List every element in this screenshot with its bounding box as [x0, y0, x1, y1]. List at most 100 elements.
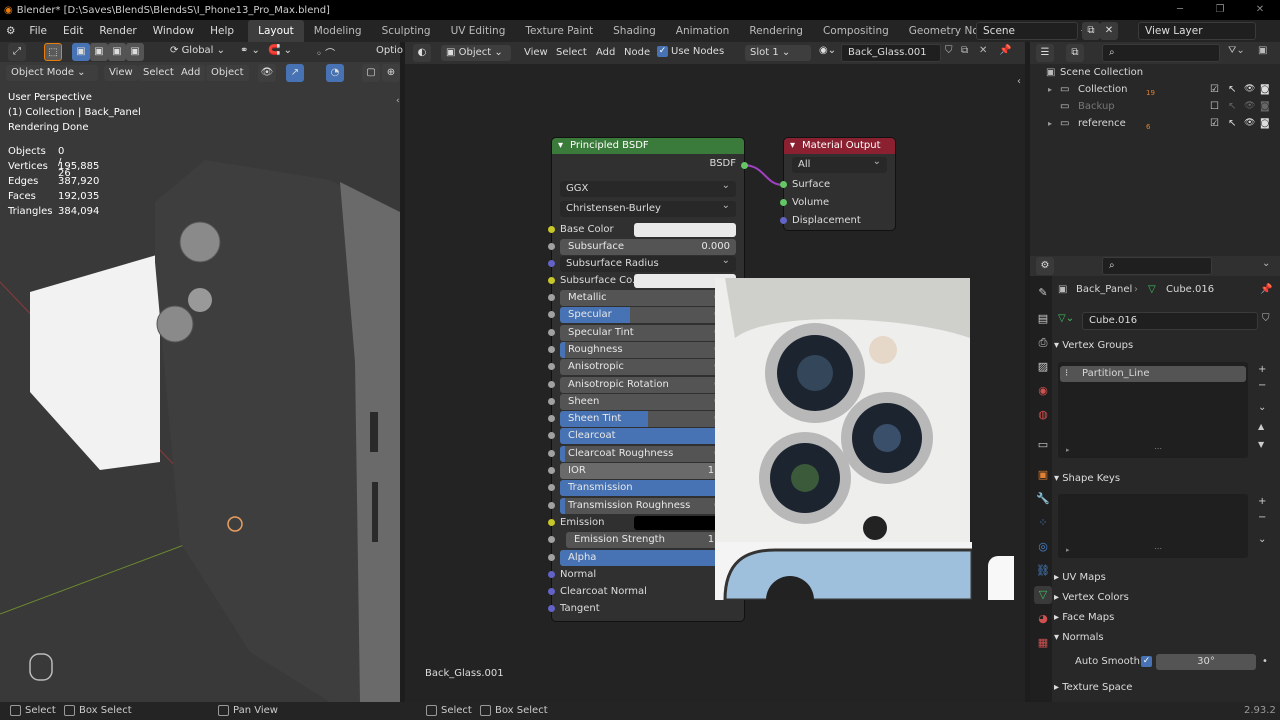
socket-specular[interactable] — [548, 311, 555, 319]
maximize-button[interactable]: ❐ — [1200, 0, 1240, 20]
expand-arrow-icon[interactable]: ▸ — [1048, 81, 1052, 98]
subsurface-slider[interactable]: Subsurface 0.000 — [560, 239, 736, 255]
workspace-tab-texture-paint[interactable]: Texture Paint — [515, 20, 603, 42]
proportional-edit-icon[interactable]: ◦ ⌒ — [316, 45, 335, 60]
surface-socket[interactable] — [780, 181, 787, 188]
pin-icon[interactable]: 📌 — [1260, 284, 1272, 295]
select-tool-icon[interactable]: ⬚ — [44, 43, 62, 61]
add-vertex-group-icon[interactable]: + — [1258, 364, 1266, 375]
mesh-data-tab-icon[interactable]: ▽ — [1034, 586, 1052, 604]
collapse-arrow-icon[interactable]: ▾ — [558, 138, 563, 154]
material-output-node[interactable]: ▾ Material Output All Surface Volume Dis… — [780, 138, 895, 230]
move-down-icon[interactable]: ▼ — [1258, 440, 1264, 449]
display-mode-icon[interactable]: ⧉ — [1066, 44, 1084, 62]
reference-image-partial[interactable] — [988, 556, 1014, 600]
camera-render-icon[interactable]: ◙ — [1260, 115, 1270, 132]
scene-selector[interactable]: Scene — [976, 22, 1078, 40]
remove-vertex-group-icon[interactable]: − — [1258, 380, 1266, 391]
material-sphere-icon[interactable]: ◉⌄ — [819, 45, 836, 56]
slider-ior[interactable]: IOR1.45 — [560, 463, 736, 479]
auto-smooth-angle-field[interactable]: 30° — [1156, 654, 1256, 670]
move-up-icon[interactable]: ▲ — [1258, 422, 1264, 431]
outliner-search-input[interactable]: ⌕ — [1102, 44, 1220, 62]
vertex-groups-panel-header[interactable]: ▾ Vertex Groups — [1054, 336, 1276, 356]
menu-file[interactable]: File — [21, 20, 55, 42]
new-collection-icon[interactable]: ▣ — [1258, 45, 1267, 56]
slot-dropdown[interactable]: Slot 1 ⌄ — [745, 45, 811, 61]
socket-transmission-roughness[interactable] — [548, 501, 555, 509]
slider-specular[interactable]: Specular0.4 — [560, 307, 736, 324]
constraints-tab-icon[interactable]: ⛓ — [1034, 562, 1052, 580]
slider-anisotropic[interactable]: Anisotropic0.0 — [560, 359, 736, 376]
socket-anisotropic-rotation[interactable] — [548, 380, 555, 388]
node-menu-select[interactable]: Select — [551, 45, 592, 61]
workspace-tab-sculpting[interactable]: Sculpting — [372, 20, 441, 42]
xray-icon[interactable]: ▢ — [362, 64, 380, 82]
shader-type-dropdown[interactable]: ▣ Object ⌄ — [441, 45, 511, 61]
scene-tab-icon[interactable]: ◉ — [1034, 382, 1052, 400]
socket-tangent[interactable] — [548, 605, 555, 613]
socket-emission-strength[interactable] — [548, 536, 555, 544]
slider-clearcoat[interactable]: Clearcoat1.0 — [560, 428, 736, 445]
remove-shape-key-icon[interactable]: − — [1258, 512, 1266, 523]
collection-tab-icon[interactable]: ▭ — [1034, 436, 1052, 454]
modifier-tab-icon[interactable]: 🔧 — [1034, 490, 1052, 508]
outliner-type-icon[interactable]: ☰ — [1036, 44, 1054, 62]
object-mode-dropdown[interactable]: Object Mode ⌄ — [6, 65, 98, 81]
outliner-row-reference[interactable]: ▸ ▭ reference 6 ☑ ↖ 👁 ◙ — [1030, 115, 1280, 132]
viewport-menu-add[interactable]: Add — [176, 65, 206, 81]
scene-collection-row[interactable]: ▣ Scene Collection — [1030, 64, 1280, 81]
socket-anisotropic[interactable] — [548, 363, 555, 371]
volume-socket[interactable] — [780, 199, 787, 206]
socket-alpha[interactable] — [548, 553, 555, 561]
keyframe-dot-icon[interactable]: • — [1262, 656, 1268, 667]
duplicate-material-icon[interactable]: ⧉ — [961, 45, 968, 56]
slider-transmission[interactable]: Transmission1.0 — [560, 480, 736, 497]
properties-type-icon[interactable]: ⚙ — [1036, 257, 1054, 275]
socket-clearcoat-normal[interactable] — [548, 588, 555, 596]
socket-clearcoat-roughness[interactable] — [548, 449, 555, 457]
transform-orientation[interactable]: ⟳ Global ⌄ — [170, 45, 225, 56]
physics-tab-icon[interactable]: ◎ — [1034, 538, 1052, 556]
material-tab-icon[interactable]: ◕ — [1034, 610, 1052, 628]
material-name-field[interactable]: Back_Glass.001 — [841, 44, 941, 62]
select-mode-new-icon[interactable]: ▣ — [72, 43, 90, 61]
vertex-groups-list[interactable]: ⁝ Partition_Line ▸ ⋯ — [1058, 362, 1248, 458]
socket-sheen[interactable] — [548, 397, 555, 405]
visibility-checkbox[interactable]: ☑ — [1210, 115, 1219, 132]
subsurface-color-socket[interactable] — [548, 277, 555, 284]
overlay-icon[interactable]: ◔ — [326, 64, 344, 82]
add-shape-key-icon[interactable]: + — [1258, 496, 1266, 507]
viewport-menu-object[interactable]: Object — [206, 65, 249, 81]
slider-roughness[interactable]: Roughness0.0 — [560, 341, 736, 358]
socket-transmission[interactable] — [548, 484, 555, 492]
viewport-menu-select[interactable]: Select — [138, 65, 179, 81]
uv-maps-panel-header[interactable]: ▸ UV Maps — [1054, 568, 1276, 588]
sidebar-toggle-icon[interactable]: ‹ — [1017, 76, 1021, 87]
minimize-button[interactable]: ─ — [1160, 0, 1200, 20]
distribution-dropdown[interactable]: GGX — [560, 178, 736, 197]
view-layer-selector[interactable]: View Layer — [1138, 22, 1256, 40]
slider-sheen-tint[interactable]: Sheen Tint0.5 — [560, 411, 736, 428]
options-dropdown[interactable]: Optio — [376, 45, 403, 56]
render-tab-icon[interactable]: ▤ — [1034, 310, 1052, 328]
node-menu-view[interactable]: View — [519, 45, 553, 61]
mesh-browse-icon[interactable]: ▽⌄ — [1058, 313, 1074, 324]
shape-keys-panel-header[interactable]: ▾ Shape Keys — [1054, 469, 1276, 489]
shape-key-specials-icon[interactable]: ⌄ — [1258, 534, 1266, 545]
collapse-arrow-icon[interactable]: ▾ — [790, 138, 795, 154]
properties-options-icon[interactable]: ⌄ — [1262, 258, 1270, 269]
workspace-tab-uv-editing[interactable]: UV Editing — [441, 20, 516, 42]
eye-icon[interactable]: 👁 — [1244, 98, 1255, 115]
socket-sheen-tint[interactable] — [548, 415, 555, 423]
slider-anisotropic-rotation[interactable]: Anisotropic Rotation0.0 — [560, 376, 736, 393]
node-menu-add[interactable]: Add — [591, 45, 620, 61]
face-maps-panel-header[interactable]: ▸ Face Maps — [1054, 608, 1276, 628]
slider-metallic[interactable]: Metallic0.0 — [560, 290, 736, 306]
select-mode-subtract-icon[interactable]: ▣ — [108, 43, 126, 61]
output-tab-icon[interactable]: ⎙ — [1034, 334, 1052, 352]
socket-emission[interactable] — [548, 518, 555, 526]
object-tab-icon[interactable]: ▣ — [1034, 466, 1052, 484]
slider-transmission-roughness[interactable]: Transmission Roughness0.0 — [560, 497, 736, 514]
mesh-name-field[interactable]: Cube.016 — [1082, 312, 1258, 330]
